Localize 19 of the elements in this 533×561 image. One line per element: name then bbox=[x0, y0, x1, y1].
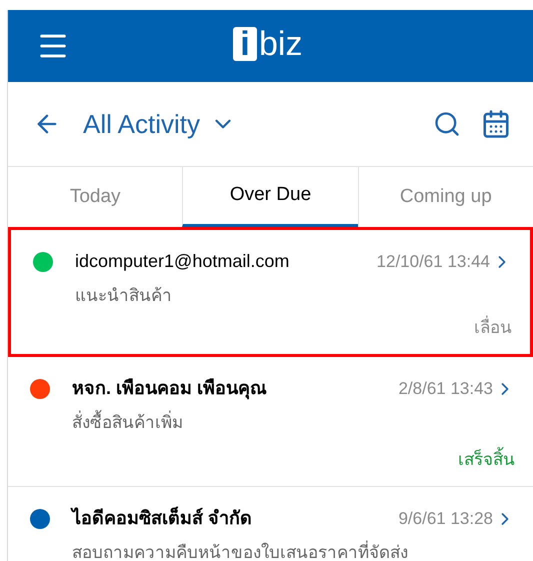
search-icon[interactable] bbox=[433, 110, 461, 138]
activity-datetime: 2/8/61 13:43 bbox=[398, 378, 493, 400]
app-logo: i biz bbox=[233, 27, 302, 61]
activity-datetime: 9/6/61 13:28 bbox=[398, 508, 493, 530]
activity-status: เลื่อน bbox=[474, 314, 512, 338]
activity-datetime: 12/10/61 13:44 bbox=[376, 250, 490, 273]
activity-item[interactable]: หจก. เพือนคอม เพือนคุณ 2/8/61 13:43 สั่งซื้อสินค้าเพิ่ม เสร็จสิ้น bbox=[8, 357, 533, 487]
activity-item[interactable]: ไอดีคอมซิสเต็มส์ จำกัด 9/6/61 13:28 สอบถามความคืบหน้าของใบเสนอราคาที่จัดส่ง bbox=[8, 487, 533, 561]
activity-item[interactable]: idcomputer1@hotmail.com 12/10/61 13:44 แนะนำสินค้า เลื่อน bbox=[8, 227, 533, 357]
activity-status: เสร็จสิ้น bbox=[458, 446, 515, 472]
activity-subject: สั่งซื้อสินค้าเพิ่ม bbox=[72, 410, 515, 436]
activity-subject: สอบถามความคืบหน้าของใบเสนอราคาที่จัดส่ง bbox=[72, 540, 515, 561]
view-selector[interactable]: All Activity bbox=[83, 104, 236, 144]
calendar-icon[interactable] bbox=[481, 109, 511, 139]
contact-name: หจก. เพือนคอม เพือนคุณ bbox=[72, 377, 268, 402]
contact-name: ไอดีคอมซิสเต็มส์ จำกัด bbox=[72, 506, 252, 530]
contact-name: idcomputer1@hotmail.com bbox=[75, 250, 290, 273]
tab[interactable]: Over Due bbox=[182, 167, 358, 227]
activity-subject: แนะนำสินค้า bbox=[75, 285, 173, 307]
